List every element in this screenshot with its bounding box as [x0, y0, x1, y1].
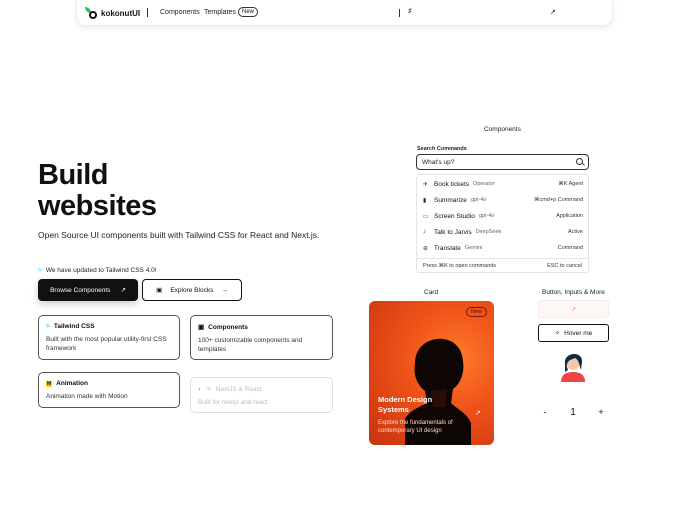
command-sub: gpt-4o	[478, 213, 495, 219]
promo-card[interactable]: New Modern Design Systems Explore the fu…	[369, 301, 494, 445]
feature-desc: 100+ customizable components and templat…	[198, 337, 303, 353]
command-item-screen-studio[interactable]: ▭ Screen Studio gpt-4o Application	[423, 211, 583, 221]
command-footer: Press ⌘K to open commands ESC to cancel	[417, 258, 588, 272]
nextjs-icon: ◐	[198, 385, 202, 393]
explore-label: Explore Blocks	[170, 286, 214, 294]
arrow-right-icon: →	[221, 286, 228, 294]
feature-desc: Built for nextjs and react	[198, 399, 268, 406]
command-search-input[interactable]: What's up?	[416, 154, 589, 170]
motion-icon: M	[46, 380, 53, 387]
hover-label: Hover me	[564, 329, 593, 337]
components-icon: ▣	[198, 324, 205, 331]
plane-icon: ✈	[423, 181, 429, 188]
card-section-label: Card	[424, 289, 439, 296]
command-footer-hint: Press ⌘K to open commands	[423, 262, 497, 269]
command-name: Book tickets	[434, 180, 470, 188]
nav-components-link[interactable]: Components	[160, 9, 200, 16]
command-sub: Operator	[473, 181, 495, 187]
new-badge: New	[465, 307, 487, 317]
nav-divider	[147, 8, 148, 17]
brand-logo[interactable]: kokonutUI	[85, 7, 140, 19]
sparkle-icon: ✧	[554, 330, 561, 337]
update-notice: ≈ We have updated to Tailwind CSS 4.0!	[38, 267, 157, 274]
react-icon: ⚛	[205, 386, 212, 393]
blocks-icon: ▣	[156, 287, 163, 294]
hero-subtitle: Open Source UI components built with Tai…	[38, 230, 320, 240]
globe-icon: ⊕	[423, 245, 429, 252]
quantity-value: 1	[570, 406, 576, 418]
command-name: Screen Studio	[434, 212, 475, 220]
chart-icon: ▮	[423, 197, 427, 204]
feature-title: NextJS & React	[215, 385, 262, 393]
command-sub: gpt-4o	[470, 197, 487, 203]
command-list: ✈ Book tickets Operator ⌘K Agent ▮ Summa…	[416, 174, 589, 273]
feature-card-animation[interactable]: M Animation Animation made with Motion	[38, 372, 180, 408]
top-nav: kokonutUI Components Templates New ♯ ↗	[76, 0, 613, 26]
search-value: What's up?	[422, 159, 455, 166]
nav-divider-right	[399, 9, 400, 17]
tailwind-icon: ≈	[38, 267, 42, 274]
feature-desc: Animation made with Motion	[46, 393, 128, 400]
hover-me-button[interactable]: ✧ Hover me	[538, 324, 609, 342]
sparkle-icon: ↗	[570, 306, 577, 313]
command-shortcut: ⌘cmd+p Command	[533, 197, 583, 203]
command-sub: DeepSeek	[475, 229, 502, 235]
external-link-icon[interactable]: ↗	[550, 8, 556, 16]
decrement-button[interactable]: -	[538, 407, 552, 417]
tailwind-icon: ≈	[46, 323, 50, 330]
arrow-up-right-icon: ↗	[120, 287, 126, 294]
command-shortcut: ⌘K Agent	[558, 181, 583, 187]
command-shortcut: Application	[556, 213, 583, 219]
feature-title: Tailwind CSS	[53, 323, 95, 330]
hero-title: Build websites	[38, 159, 157, 222]
new-badge: New	[238, 7, 259, 17]
buttons-section-label: Button, Inputs & More	[542, 289, 605, 296]
explore-blocks-button[interactable]: ▣ Explore Blocks →	[142, 279, 242, 301]
feature-card-tailwind[interactable]: ≈ Tailwind CSS Built with the most popula…	[38, 315, 180, 360]
command-item-summarize[interactable]: ▮ Summarize gpt-4o ⌘cmd+p Command	[423, 195, 583, 205]
command-footer-cancel: ESC to cancel	[547, 262, 582, 269]
command-name: Translate	[434, 244, 461, 252]
feature-title: Components	[208, 323, 248, 331]
promo-description: Explore the fundamentals of contemporary…	[378, 420, 453, 434]
increment-button[interactable]: +	[594, 407, 608, 417]
browse-label: Browse Components	[50, 286, 111, 294]
command-item-book-tickets[interactable]: ✈ Book tickets Operator ⌘K Agent	[423, 179, 583, 189]
nav-templates-link[interactable]: Templates	[204, 9, 236, 16]
feature-title: Animation	[56, 380, 88, 387]
command-name: Talk to Jarvis	[434, 228, 472, 236]
command-item-talk-to-jarvis[interactable]: ♪ Talk to Jarvis DeepSeek Active	[423, 227, 583, 237]
command-sub: Gemini	[464, 245, 483, 251]
sparkle-button[interactable]: ↗	[538, 300, 609, 318]
arrow-up-right-icon: ↗	[475, 410, 481, 417]
components-section-label: Components	[484, 126, 521, 133]
command-shortcut: Active	[568, 229, 583, 235]
avatar[interactable]	[557, 348, 589, 382]
command-name: Summarize	[434, 196, 467, 204]
layers-icon: ▭	[423, 213, 429, 220]
audio-icon: ♪	[423, 229, 426, 235]
command-shortcut: Command	[557, 245, 583, 251]
brand-name: kokonutUI	[101, 8, 141, 18]
browse-components-button[interactable]: Browse Components ↗	[38, 279, 138, 301]
update-text: We have updated to Tailwind CSS 4.0!	[45, 267, 157, 274]
search-commands-label: Search Commands	[417, 146, 467, 152]
tailwind-icon[interactable]: ♯	[408, 8, 412, 15]
quantity-stepper: - 1 +	[538, 404, 608, 420]
feature-card-components[interactable]: ▣ Components 100+ customizable components…	[190, 315, 333, 360]
feature-card-nextjs[interactable]: ◐ ⚛ NextJS & React Built for nextjs and re…	[190, 377, 333, 413]
promo-title: Modern Design Systems	[378, 395, 433, 414]
command-item-translate[interactable]: ⊕ Translate Gemini Command	[423, 243, 583, 253]
logo-icon	[85, 7, 97, 19]
feature-desc: Built with the most popular utility-firs…	[46, 336, 167, 352]
search-icon	[576, 158, 583, 165]
